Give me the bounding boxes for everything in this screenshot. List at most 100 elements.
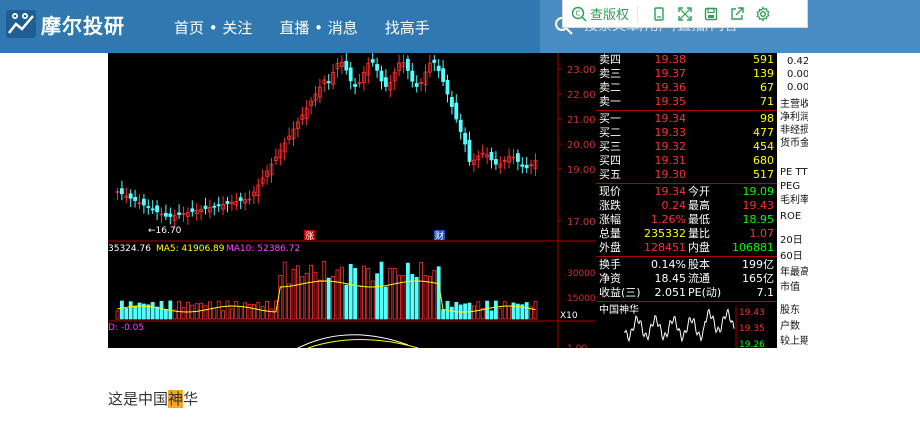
- candle-body: [493, 159, 498, 165]
- ask-row: 卖四 19.38 591: [596, 53, 777, 66]
- candle-body: [142, 198, 146, 206]
- quote-divider: [596, 183, 777, 184]
- stat-value: 128451: [644, 241, 686, 254]
- candle-body: [216, 204, 221, 207]
- volume-bar: [335, 269, 340, 320]
- volume-bar: [230, 308, 234, 320]
- stat-label: 涨幅: [599, 213, 621, 226]
- volume-bar: [441, 309, 446, 320]
- image-caption: 这是中国神华: [108, 388, 198, 409]
- candle-body: [383, 77, 388, 87]
- copyright-check-button[interactable]: C 查版权: [571, 0, 629, 28]
- finance-side-label: PEG: [780, 181, 801, 192]
- volume-bar: [287, 283, 292, 320]
- bid-level-label: 买一: [599, 112, 621, 125]
- low-price-label: ←16.70: [148, 226, 182, 236]
- bid-level-label: 买三: [599, 140, 621, 153]
- bid-level-label: 买五: [599, 168, 621, 181]
- finance-side-label: 市值: [780, 282, 800, 293]
- bid-price: 19.30: [654, 168, 687, 181]
- volume-bar: [221, 310, 225, 320]
- volume-bar: [397, 274, 402, 320]
- volume-bar: [392, 268, 397, 320]
- volume-bar: [326, 277, 331, 320]
- bid-row: 买二 19.33 477: [596, 126, 777, 139]
- finance-side-label: 年最高: [780, 267, 808, 278]
- share-icon[interactable]: [724, 0, 750, 28]
- volume-bar: [427, 276, 432, 320]
- candle-body: [520, 164, 525, 167]
- candle-body: [524, 164, 529, 169]
- ask-level-label: 卖三: [599, 67, 621, 80]
- volume-bar: [216, 300, 221, 320]
- price-tick-label: 17.00: [567, 217, 596, 228]
- price-tick-label: 22.00: [567, 90, 596, 101]
- finance-side-label: 0.00: [787, 82, 808, 93]
- finance-side-label: 0.42: [787, 56, 808, 67]
- candle-body: [370, 59, 375, 63]
- fin-label: 股本: [688, 258, 710, 271]
- volume-bar: [361, 265, 366, 320]
- volume-bar: [524, 302, 529, 320]
- volume-bar: [155, 306, 159, 320]
- bid-level-label: 买二: [599, 126, 621, 139]
- bid-volume: 680: [753, 154, 774, 167]
- finance-side-label: 股东: [780, 305, 800, 316]
- brand-logo[interactable]: 摩尔投研: [5, 9, 125, 39]
- nav-live-messages[interactable]: 直播 • 消息: [279, 17, 357, 38]
- volume-bar: [471, 305, 476, 320]
- ask-volume: 67: [760, 81, 774, 94]
- finance-side-label: 0.00: [787, 69, 808, 80]
- volume-bar: [309, 264, 314, 320]
- fin-value: 199亿: [742, 258, 774, 271]
- fin-value: 7.1: [756, 286, 775, 299]
- volume-bar: [493, 300, 498, 320]
- volume-bar: [419, 262, 424, 320]
- bid-price: 19.31: [654, 154, 687, 167]
- stat-value: 1.26%: [651, 213, 686, 226]
- finance-side-label: 非经损: [780, 125, 808, 136]
- quote-divider: [596, 301, 777, 302]
- caption-text-after: 华: [183, 390, 199, 408]
- stat-value: 19.09: [742, 185, 775, 198]
- volume-bar: [436, 266, 441, 320]
- candle-body: [133, 197, 138, 201]
- volume-bar: [260, 306, 265, 320]
- nav-find-experts[interactable]: 找高手: [385, 17, 430, 38]
- settings-gear-icon[interactable]: [750, 0, 776, 28]
- fin-label: 换手: [599, 258, 621, 271]
- nav-home-follow[interactable]: 首页 • 关注: [174, 17, 252, 38]
- finance-side-label: 净利润: [780, 112, 808, 123]
- copy-icon[interactable]: [646, 0, 672, 28]
- volume-bar: [186, 301, 190, 320]
- ask-price: 19.36: [654, 81, 687, 94]
- kline-chart: 23.00 22.00 21.00 20.00 19.00 17.00 ←16.70 涨 财 35…: [108, 53, 596, 348]
- ma-legend-label: 35324.76: [108, 244, 151, 254]
- finance-side-label: 户数: [780, 321, 800, 332]
- price-tick-label: 21.00: [567, 115, 596, 126]
- candle-body: [225, 201, 230, 204]
- save-icon[interactable]: [698, 0, 724, 28]
- bid-price: 19.32: [654, 140, 687, 153]
- stat-label: 现价: [599, 185, 621, 198]
- volume-bar: [208, 301, 212, 320]
- candle-body: [164, 212, 168, 217]
- volume-bar: [124, 308, 129, 320]
- finance-side-label: 较上期: [780, 336, 808, 347]
- intraday-mini-chart: 19.43 19.35 19.26: [623, 306, 765, 348]
- indicator-line: [307, 339, 419, 348]
- volume-bar: [304, 272, 309, 320]
- candle-body: [212, 205, 217, 208]
- volume-bar: [498, 308, 503, 320]
- fullscreen-icon[interactable]: [672, 0, 698, 28]
- candle-body: [489, 151, 494, 161]
- volume-bar: [449, 306, 454, 320]
- volume-bar: [265, 301, 270, 320]
- ma-legend-label: MA10: 52386.72: [226, 244, 300, 254]
- toolbar-divider: [637, 5, 639, 22]
- candle-body: [177, 212, 181, 215]
- candle-body: [441, 68, 446, 82]
- price-tick-label: 19.00: [567, 165, 596, 176]
- volume-tick-label: 15000: [567, 294, 596, 304]
- stat-value: 19.43: [742, 199, 775, 212]
